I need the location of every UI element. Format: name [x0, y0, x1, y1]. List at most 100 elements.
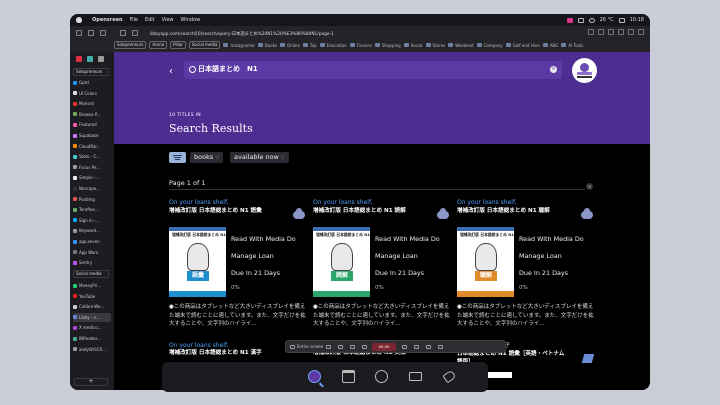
format-filter-chip[interactable]: books ▽ [190, 152, 224, 163]
battery-icon[interactable] [577, 17, 584, 23]
bookmark-folder[interactable]: Weekend [448, 43, 474, 48]
bookmark-folder[interactable]: Company [476, 43, 503, 48]
sidebar-tab-item[interactable]: Keyword... [73, 226, 111, 235]
loan-status[interactable]: On your loans shelf. [457, 199, 597, 206]
bookmark-folder[interactable]: Social [403, 43, 423, 48]
audio-icon[interactable] [350, 345, 355, 349]
read-with-button[interactable]: Read With Media Do [231, 235, 296, 243]
nav-timeline-icon[interactable] [375, 370, 388, 383]
space-chip-pillar[interactable]: Pillar [170, 41, 186, 49]
bookmark-folder[interactable]: Instagramer [223, 43, 255, 48]
bookmark-folder[interactable]: Shopping [374, 43, 401, 48]
sample-icon[interactable] [581, 354, 595, 363]
tabs-icon[interactable] [120, 30, 126, 36]
menu-icon[interactable] [638, 29, 644, 35]
sidebar-tab-item[interactable]: Noscape... [73, 184, 111, 193]
bookmark-folder[interactable]: Stores [425, 43, 445, 48]
sidebar-tab-item[interactable]: Postlmg [73, 195, 111, 204]
menu-file[interactable]: File [130, 17, 138, 23]
book-title[interactable]: 増補改訂版 日本語総まとめ N1 読解 [313, 207, 421, 215]
book-cover[interactable]: 増補改訂版 日本語総まとめ N1 聴解聴解 [457, 227, 514, 297]
record-status-icon[interactable] [566, 17, 573, 23]
sidebar-tab-item[interactable]: app.seven [73, 237, 111, 246]
split-view-icon[interactable] [628, 29, 634, 35]
menu-window[interactable]: Window [181, 17, 201, 23]
book-cover[interactable]: 増補改訂版 日本語総まとめ N1 語彙語彙 [169, 227, 226, 297]
sidebar-tab-item[interactable]: Featured [73, 120, 111, 129]
extensions-icon[interactable] [608, 29, 614, 35]
more-icon[interactable] [438, 345, 443, 349]
folder-icon[interactable] [426, 345, 431, 349]
sidebar-tab-item[interactable]: Stoto - C... [73, 152, 111, 161]
bookmark-folder[interactable]: Golf and Hive [505, 43, 540, 48]
sidebar-tab-item[interactable]: App Worx [73, 248, 111, 257]
settings-icon[interactable] [362, 345, 367, 349]
manage-loan-button[interactable]: Manage Loan [231, 252, 274, 260]
book-cover[interactable]: 増補改訂版 日本語総まとめ N1 読解読解 [313, 227, 370, 297]
loan-status[interactable]: On your loans shelf. [169, 199, 309, 206]
sidebar-tab-item[interactable]: Browse P... [73, 110, 111, 119]
cloud-download-icon[interactable] [293, 208, 305, 219]
library-avatar[interactable] [572, 58, 597, 83]
wifi-icon[interactable] [588, 17, 595, 23]
sidebar-toggle-icon[interactable] [76, 30, 82, 36]
sidebar-tab-item[interactable]: Monsrd [73, 99, 111, 108]
sidebar-tab-item[interactable]: Sign in -... [73, 216, 111, 225]
nav-shelf-icon[interactable] [409, 372, 422, 381]
menu-view[interactable]: View [162, 17, 174, 23]
read-with-button[interactable]: Read With Media Do [375, 235, 440, 243]
pinned-app-icon[interactable] [87, 56, 93, 62]
cloud-download-icon[interactable] [437, 208, 449, 219]
nav-tags-icon[interactable] [442, 369, 457, 384]
search-query[interactable]: 日本語まとめ N1 [198, 64, 258, 74]
sort-button[interactable]: ⇅ [586, 183, 593, 190]
bookmark-icon[interactable] [598, 29, 604, 35]
manage-loan-button[interactable]: Manage Loan [375, 252, 418, 260]
search-field[interactable]: 日本語まとめ N1 × [184, 61, 562, 79]
sidebar-tab-item[interactable]: Sentry [73, 258, 111, 267]
back-arrow-icon[interactable] [88, 30, 94, 36]
loan-status[interactable]: On your loans shelf. [313, 199, 453, 206]
clear-search-button[interactable]: × [550, 66, 557, 73]
entire-screen-option[interactable]: Entire screen [297, 343, 323, 351]
sidebar-tab-item[interactable]: Terafine... [73, 205, 111, 214]
sidebar-group-social[interactable]: Social media [73, 270, 109, 278]
share-icon[interactable] [588, 29, 594, 35]
mic-icon[interactable] [338, 345, 343, 349]
sidebar-tab-item[interactable]: Cloudflar... [73, 142, 111, 151]
add-tab-button[interactable]: + [74, 378, 108, 386]
bookmark-folder[interactable]: Finance [349, 43, 372, 48]
sidebar-group-solopreneurs[interactable]: Solopreneurs [73, 68, 109, 76]
bookmark-folder[interactable]: Top [302, 43, 317, 48]
manage-loan-button[interactable]: Manage Loan [519, 252, 562, 260]
bookmark-folder[interactable]: Education [319, 43, 347, 48]
forward-arrow-icon[interactable] [100, 30, 106, 36]
sidebar-tab-item[interactable]: Calibre-We... [73, 302, 111, 311]
apple-icon[interactable] [76, 17, 82, 23]
pinned-app-icon[interactable] [98, 56, 104, 62]
pinned-app-icon[interactable] [76, 56, 82, 62]
menu-edit[interactable]: Edit [145, 17, 155, 23]
clock[interactable]: 10:18 [630, 17, 644, 23]
read-with-button[interactable]: Read With Media Do [519, 235, 584, 243]
nav-search-icon[interactable] [308, 370, 321, 383]
cloud-download-icon[interactable] [581, 208, 593, 219]
sidebar-tab-item[interactable]: andyW/SCR... [73, 345, 111, 354]
space-chip-solopreneurs[interactable]: Solopreneurs [114, 41, 147, 49]
sidebar-tab-item[interactable]: UI Colors [73, 89, 111, 98]
space-chip-arena[interactable]: Arena [149, 41, 168, 49]
sidebar-tab-item[interactable]: Supabase [73, 131, 111, 140]
nav-library-icon[interactable] [342, 370, 355, 383]
sidebar-tab-item[interactable]: MoneyPri... [73, 281, 111, 290]
sidebar-tab-item[interactable]: Simplo -... [73, 173, 111, 182]
filter-button[interactable] [169, 152, 186, 163]
downloads-icon[interactable] [618, 29, 624, 35]
availability-filter-chip[interactable]: available now ▽ [230, 152, 289, 163]
record-button[interactable]: 00:00 [372, 343, 396, 351]
menu-app[interactable]: Opensreen [92, 17, 123, 23]
url-bar[interactable]: libbyapp.com/search/[0]search/query-日本語ま… [150, 31, 334, 37]
book-title[interactable]: 増補改訂版 日本語総まとめ N1 聴解 [457, 207, 565, 215]
shield-icon[interactable] [132, 30, 138, 36]
trash-icon[interactable] [414, 345, 419, 349]
sidebar-tab-item[interactable]: Gptd [73, 78, 111, 87]
